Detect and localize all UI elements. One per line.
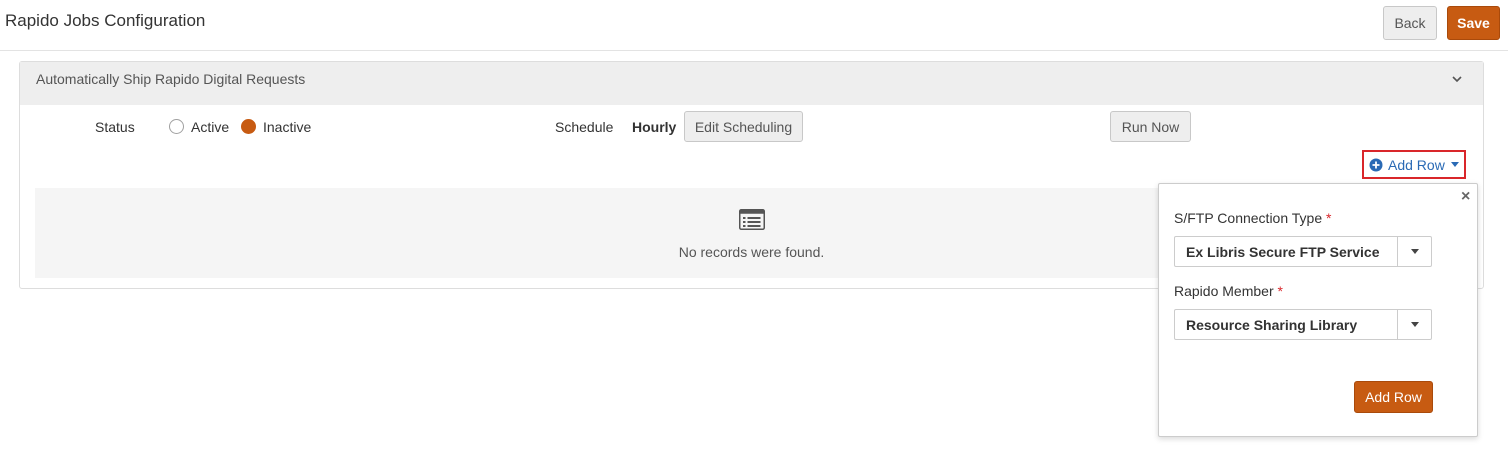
chevron-down-icon[interactable] bbox=[1450, 72, 1464, 86]
required-marker: * bbox=[1277, 283, 1283, 299]
rapido-member-value: Resource Sharing Library bbox=[1186, 317, 1358, 333]
save-button[interactable]: Save bbox=[1447, 6, 1500, 40]
back-button[interactable]: Back bbox=[1383, 6, 1437, 40]
status-label: Status bbox=[95, 119, 135, 135]
rapido-member-dropdown-button[interactable] bbox=[1397, 310, 1431, 339]
caret-down-icon bbox=[1410, 322, 1419, 327]
panel-header[interactable]: Automatically Ship Rapido Digital Reques… bbox=[20, 62, 1483, 105]
connection-type-label-text: S/FTP Connection Type bbox=[1174, 210, 1323, 226]
status-option-active-label: Active bbox=[191, 119, 230, 135]
schedule-value: Hourly bbox=[632, 119, 677, 135]
add-row-dropdown[interactable]: Add Row bbox=[1362, 150, 1466, 179]
rapido-member-select[interactable]: Resource Sharing Library bbox=[1174, 309, 1432, 340]
records-table: No records were found. bbox=[35, 188, 1165, 278]
close-icon[interactable]: × bbox=[1461, 189, 1470, 205]
connection-type-dropdown-button[interactable] bbox=[1397, 237, 1431, 266]
schedule-label: Schedule bbox=[555, 119, 614, 135]
run-now-button[interactable]: Run Now bbox=[1110, 111, 1191, 142]
caret-down-icon bbox=[1410, 249, 1419, 254]
rapido-member-label: Rapido Member * bbox=[1174, 283, 1283, 299]
connection-type-select[interactable]: Ex Libris Secure FTP Service bbox=[1174, 236, 1432, 267]
add-row-submit-button[interactable]: Add Row bbox=[1354, 381, 1433, 413]
edit-scheduling-button[interactable]: Edit Scheduling bbox=[684, 111, 803, 142]
page-header: Rapido Jobs Configuration Back Save bbox=[0, 0, 1508, 51]
plus-circle-icon bbox=[1369, 158, 1383, 171]
required-marker: * bbox=[1326, 210, 1332, 226]
add-row-link-label: Add Row bbox=[1388, 156, 1445, 173]
page-title: Rapido Jobs Configuration bbox=[5, 11, 206, 30]
add-row-popover: × S/FTP Connection Type * Ex Libris Secu… bbox=[1158, 183, 1478, 437]
caret-down-icon bbox=[1450, 162, 1459, 167]
connection-type-value: Ex Libris Secure FTP Service bbox=[1186, 244, 1380, 260]
rapido-member-label-text: Rapido Member bbox=[1174, 283, 1274, 299]
status-radio-inactive[interactable] bbox=[241, 119, 256, 134]
connection-type-label: S/FTP Connection Type * bbox=[1174, 210, 1331, 226]
status-option-inactive-label: Inactive bbox=[263, 119, 312, 135]
status-radio-active[interactable] bbox=[169, 119, 184, 134]
panel-title: Automatically Ship Rapido Digital Reques… bbox=[36, 71, 306, 87]
list-icon bbox=[739, 209, 765, 230]
